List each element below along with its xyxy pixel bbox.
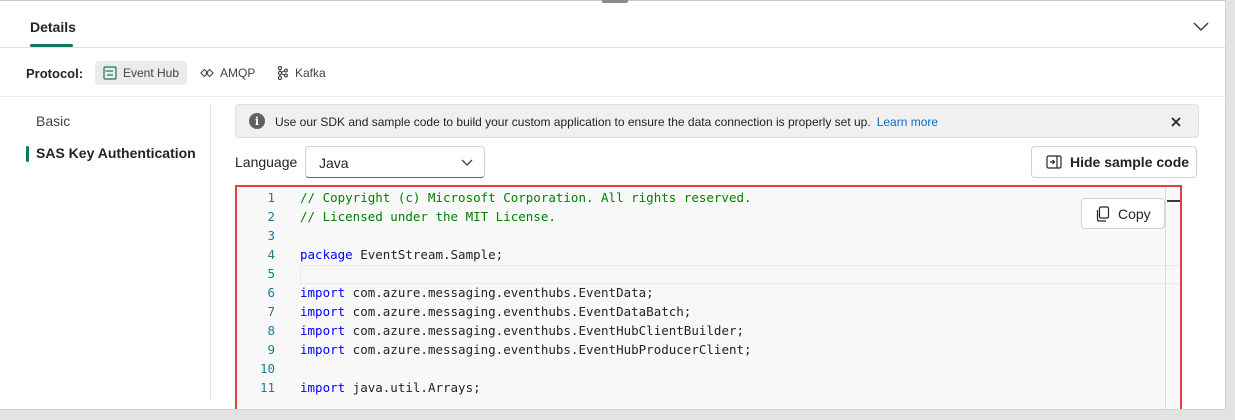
chevron-down-icon [461,159,473,166]
code-rest: com.azure.messaging.eventhubs.EventDataB… [345,304,692,319]
line-number: 7 [267,304,275,319]
code-rest: com.azure.messaging.eventhubs.EventData; [345,285,654,300]
code-text: import java.util.Arrays; [300,378,481,397]
code-keyword: import [300,285,346,300]
learn-more-link[interactable]: Learn more [877,115,938,129]
code-keyword: import [300,380,346,395]
amqp-icon [200,66,214,80]
code-line: 9 import com.azure.messaging.eventhubs.Ev… [237,340,1180,359]
protocol-option-label: AMQP [220,66,256,80]
panel-collapse-icon [1046,155,1062,169]
code-text: import com.azure.messaging.eventhubs.Eve… [300,340,752,359]
details-panel: Details Protocol: Event Hub AMQP Kafka B… [0,0,1226,410]
code-line: 6 import com.azure.messaging.eventhubs.Ev… [237,283,1180,302]
tab-bar: Details [0,0,1225,48]
close-icon [1171,117,1181,127]
kafka-icon [275,66,289,80]
code-comment: // Copyright (c) Microsoft Corporation. … [300,190,752,205]
nav-item-basic[interactable]: Basic [36,113,70,129]
line-number: 4 [267,247,275,262]
line-number: 1 [267,190,275,205]
language-dropdown[interactable]: Java [305,146,485,178]
editor-scrollbar[interactable] [1165,187,1166,409]
info-icon: i [249,113,265,129]
protocol-option-event-hub[interactable]: Event Hub [95,61,188,85]
line-number: 2 [267,209,275,224]
code-text: import com.azure.messaging.eventhubs.Eve… [300,283,654,302]
code-line: 10 [237,359,1180,378]
code-keyword: import [300,304,346,319]
code-line: 1 // Copyright (c) Microsoft Corporation.… [237,188,1180,207]
tab-active-indicator [30,44,73,47]
line-number: 11 [259,380,275,395]
nav-divider [210,104,211,400]
hide-sample-code-label: Hide sample code [1070,154,1190,170]
banner-close-button[interactable] [1166,112,1186,132]
language-label: Language [235,154,298,170]
code-line: 11 import java.util.Arrays; [237,378,1180,397]
info-banner: i Use our SDK and sample code to build y… [235,104,1199,138]
code-text: // Copyright (c) Microsoft Corporation. … [300,188,752,207]
code-line: 2 // Licensed under the MIT License. [237,207,1180,226]
divider [0,96,1225,97]
code-keyword: package [300,247,353,262]
copy-button[interactable]: Copy [1081,198,1165,229]
banner-text: Use our SDK and sample code to build you… [275,115,871,129]
nav-selected-indicator [26,146,29,162]
line-number: 3 [267,228,275,243]
event-hub-icon [103,66,117,80]
code-rest: com.azure.messaging.eventhubs.EventHubPr… [345,342,752,357]
line-number: 10 [259,361,275,376]
line-number: 9 [267,342,275,357]
code-editor[interactable]: 1 // Copyright (c) Microsoft Corporation.… [235,185,1182,409]
code-line: 8 import com.azure.messaging.eventhubs.Ev… [237,321,1180,340]
code-rest: com.azure.messaging.eventhubs.EventHubCl… [345,323,745,338]
chevron-down-icon [1193,22,1209,32]
language-selected-value: Java [319,155,349,171]
code-comment: // Licensed under the MIT License. [300,209,556,224]
code-text: import com.azure.messaging.eventhubs.Eve… [300,302,691,321]
line-number: 5 [267,266,275,281]
line-number: 8 [267,323,275,338]
copy-label: Copy [1118,205,1151,222]
line-number: 6 [267,285,275,300]
protocol-option-label: Kafka [295,66,326,80]
code-text: // Licensed under the MIT License. [300,207,556,226]
scrollbar-thumb[interactable] [1167,200,1180,202]
protocol-option-kafka[interactable]: Kafka [267,61,334,85]
code-line: 4 package EventStream.Sample; [237,245,1180,264]
protocol-option-label: Event Hub [123,66,180,80]
tab-details[interactable]: Details [30,19,76,35]
collapse-button[interactable] [1190,16,1212,38]
protocol-label: Protocol: [26,66,84,81]
code-rest: EventStream.Sample; [352,247,504,262]
code-line: 3 [237,226,1180,245]
copy-icon [1096,205,1110,222]
code-rest: java.util.Arrays; [345,380,481,395]
code-text: import com.azure.messaging.eventhubs.Eve… [300,321,744,340]
code-line: 5 [237,264,1180,283]
hide-sample-code-button[interactable]: Hide sample code [1031,146,1197,178]
code-line: 7 import com.azure.messaging.eventhubs.Ev… [237,302,1180,321]
banner-message: Use our SDK and sample code to build you… [275,115,938,129]
nav-item-sas-key-authentication[interactable]: SAS Key Authentication [36,145,196,161]
code-text: package EventStream.Sample; [300,245,503,264]
protocol-option-amqp[interactable]: AMQP [192,61,263,85]
code-keyword: import [300,342,346,357]
code-keyword: import [300,323,346,338]
